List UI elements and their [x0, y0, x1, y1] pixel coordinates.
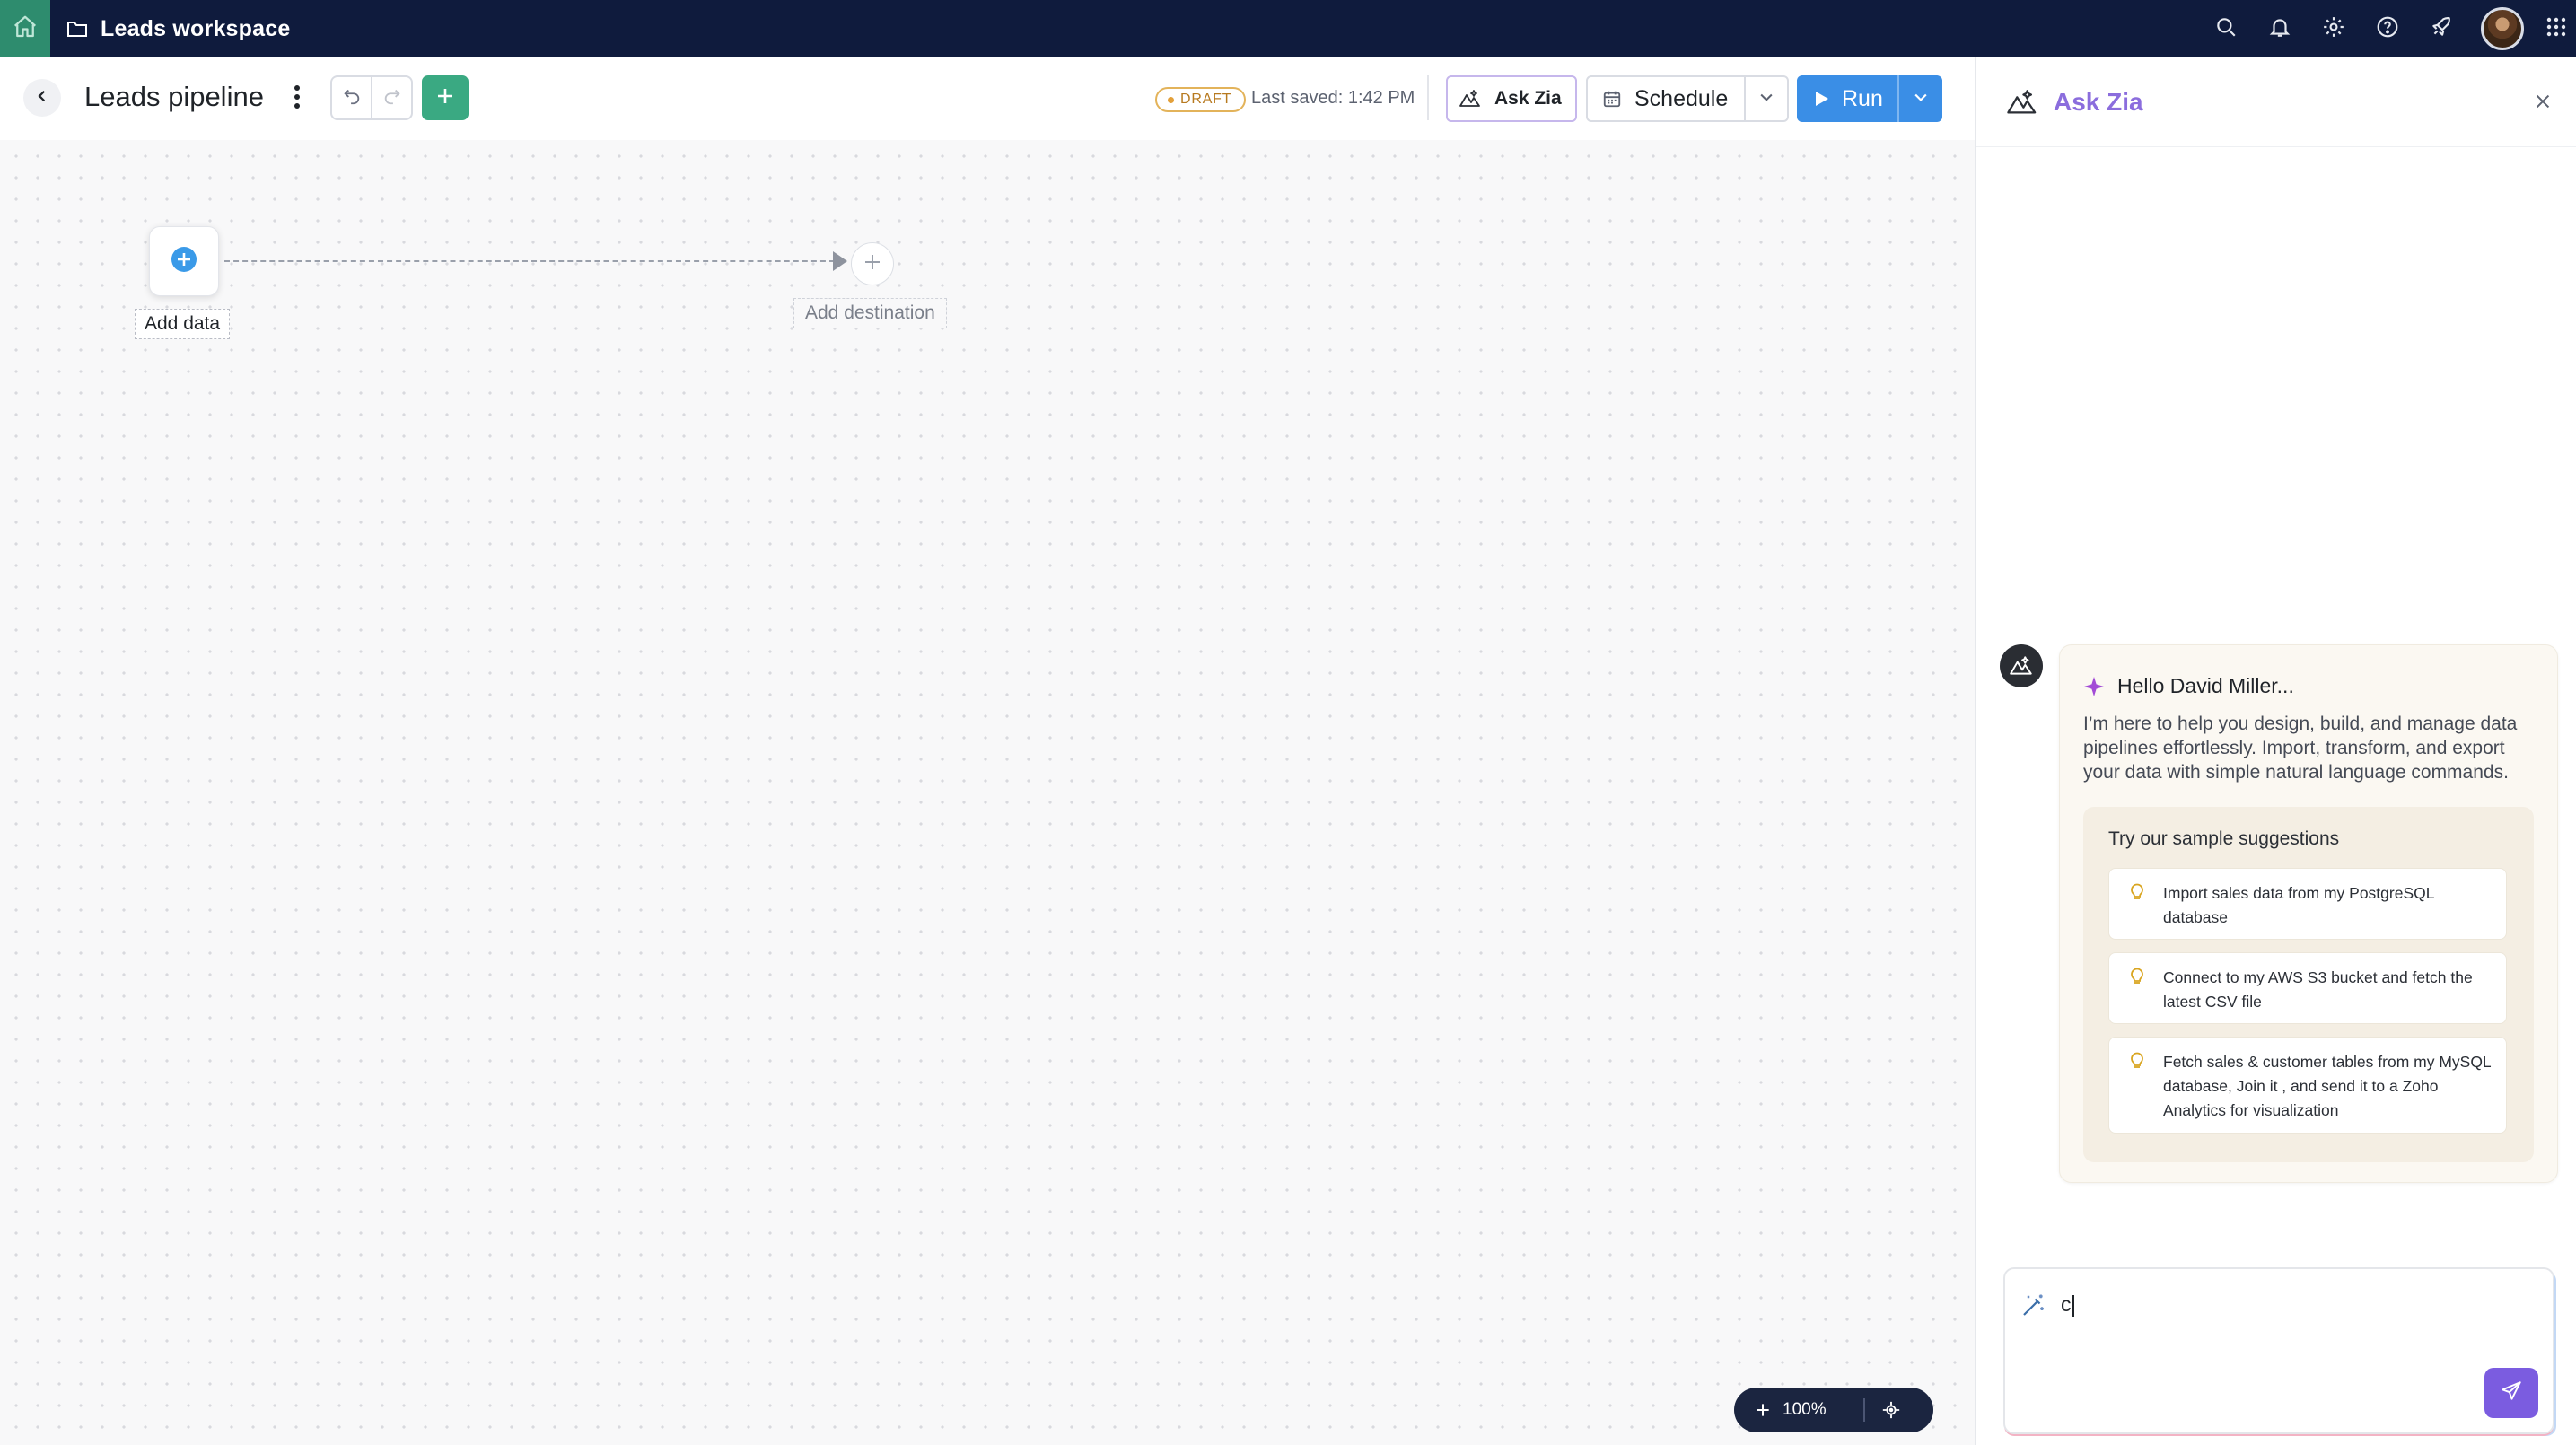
lightbulb-icon — [2129, 966, 2145, 985]
help-icon — [2376, 15, 2399, 43]
run-dropdown-button[interactable] — [1897, 75, 1942, 122]
undo-icon — [342, 86, 362, 110]
prompt-value: c — [2061, 1292, 2072, 1316]
schedule-dropdown-button[interactable] — [1744, 77, 1787, 120]
chevron-down-icon — [1757, 88, 1775, 110]
sparkle-icon — [2083, 676, 2105, 697]
close-panel-button[interactable] — [2528, 88, 2558, 118]
apps-grid-icon — [2545, 16, 2567, 42]
add-node-button[interactable] — [422, 75, 469, 120]
add-destination-node[interactable] — [851, 242, 894, 285]
zia-message-bubble: Hello David Miller... I’m here to help y… — [2059, 644, 2558, 1183]
redo-icon — [382, 86, 402, 110]
pipeline-toolbar: Leads pipeline DRAFT Last saved: 1:42 PM… — [0, 57, 1975, 140]
run-split-button: Run — [1797, 75, 1942, 122]
redo-button[interactable] — [372, 77, 411, 118]
notifications-button[interactable] — [2253, 0, 2307, 57]
schedule-split-button: Schedule — [1586, 75, 1789, 122]
send-icon — [2500, 1379, 2523, 1407]
top-navigation-bar: Leads workspace — [0, 0, 2576, 57]
status-badge: DRAFT — [1155, 87, 1247, 112]
undo-redo-group — [330, 75, 413, 120]
settings-button[interactable] — [2307, 0, 2361, 57]
ask-zia-label: Ask Zia — [1494, 88, 1562, 109]
prompt-text[interactable]: c — [2061, 1292, 2074, 1317]
zia-icon — [2005, 87, 2039, 118]
bell-icon — [2268, 15, 2291, 43]
suggestion-item[interactable]: Connect to my AWS S3 bucket and fetch th… — [2108, 952, 2507, 1024]
greeting-text: Hello David Miller... — [2117, 674, 2294, 697]
zoom-control: 100% — [1734, 1388, 1933, 1432]
add-data-node[interactable] — [149, 226, 219, 296]
suggestion-text: Import sales data from my PostgreSQL dat… — [2163, 884, 2434, 926]
search-button[interactable] — [2199, 0, 2253, 57]
zia-panel-header: Ask Zia — [1976, 57, 2576, 147]
home-button[interactable] — [0, 0, 50, 57]
close-icon — [2533, 92, 2553, 116]
back-button[interactable] — [23, 79, 61, 117]
fit-to-screen-button[interactable] — [1881, 1400, 1901, 1420]
run-button[interactable]: Run — [1797, 75, 1897, 122]
apps-menu-button[interactable] — [2537, 0, 2576, 57]
text-caret — [2072, 1294, 2074, 1317]
run-label: Run — [1842, 85, 1883, 111]
add-destination-label: Add destination — [793, 298, 947, 328]
zia-icon — [1459, 88, 1482, 109]
magic-wand-icon — [2020, 1292, 2046, 1319]
plus-circle-icon — [170, 245, 198, 278]
suggestion-item[interactable]: Fetch sales & customer tables from my My… — [2108, 1037, 2507, 1134]
gear-icon — [2322, 15, 2345, 43]
folder-icon — [66, 19, 88, 39]
last-saved-text: Last saved: 1:42 PM — [1251, 88, 1415, 108]
zia-prompt-input[interactable]: c — [2003, 1267, 2554, 1434]
lightbulb-icon — [2129, 1050, 2145, 1070]
home-icon — [12, 13, 39, 45]
ask-zia-panel: Ask Zia Hello David Miller... I’m here t… — [1975, 57, 2576, 1445]
connector-line — [224, 260, 835, 262]
search-icon — [2214, 15, 2238, 43]
chevron-left-icon — [34, 88, 50, 109]
suggestion-text: Fetch sales & customer tables from my My… — [2163, 1053, 2492, 1119]
suggestion-item[interactable]: Import sales data from my PostgreSQL dat… — [2108, 868, 2507, 940]
suggestion-text: Connect to my AWS S3 bucket and fetch th… — [2163, 968, 2473, 1011]
pipeline-canvas[interactable]: Add data Add destination 100% — [0, 140, 1975, 1445]
suggestions-title: Try our sample suggestions — [2108, 828, 2340, 849]
more-options-button[interactable] — [284, 83, 311, 115]
greeting-row: Hello David Miller... — [2083, 674, 2294, 698]
zoom-in-button[interactable] — [1754, 1401, 1772, 1419]
whats-new-button[interactable] — [2414, 0, 2468, 57]
toolbar-divider — [1427, 75, 1429, 120]
zoom-level[interactable]: 100% — [1783, 1400, 1845, 1420]
zoom-divider — [1863, 1398, 1865, 1422]
zia-avatar — [2000, 644, 2043, 687]
rocket-icon — [2430, 15, 2453, 43]
intro-text: I’m here to help you design, build, and … — [2083, 714, 2518, 783]
schedule-label: Schedule — [1634, 85, 1729, 111]
calendar-icon — [1602, 89, 1622, 109]
add-data-label: Add data — [135, 309, 231, 339]
send-button[interactable] — [2484, 1368, 2538, 1418]
plus-icon — [862, 251, 883, 277]
avatar[interactable] — [2481, 7, 2524, 50]
plus-icon — [434, 85, 456, 111]
ask-zia-button[interactable]: Ask Zia — [1446, 75, 1577, 122]
connector-arrow-icon — [833, 251, 847, 271]
lightbulb-icon — [2129, 881, 2145, 901]
chevron-down-icon — [1912, 88, 1930, 110]
workspace-name: Leads workspace — [101, 15, 291, 41]
undo-button[interactable] — [332, 77, 372, 118]
help-button[interactable] — [2361, 0, 2414, 57]
kebab-menu-icon — [294, 84, 301, 114]
schedule-button[interactable]: Schedule — [1588, 77, 1744, 120]
play-icon — [1815, 91, 1829, 107]
suggestions-box: Try our sample suggestions Import sales … — [2083, 807, 2534, 1162]
workspace-switcher[interactable]: Leads workspace — [66, 16, 290, 42]
zia-panel-title: Ask Zia — [2054, 87, 2143, 116]
pipeline-title[interactable]: Leads pipeline — [84, 81, 264, 113]
